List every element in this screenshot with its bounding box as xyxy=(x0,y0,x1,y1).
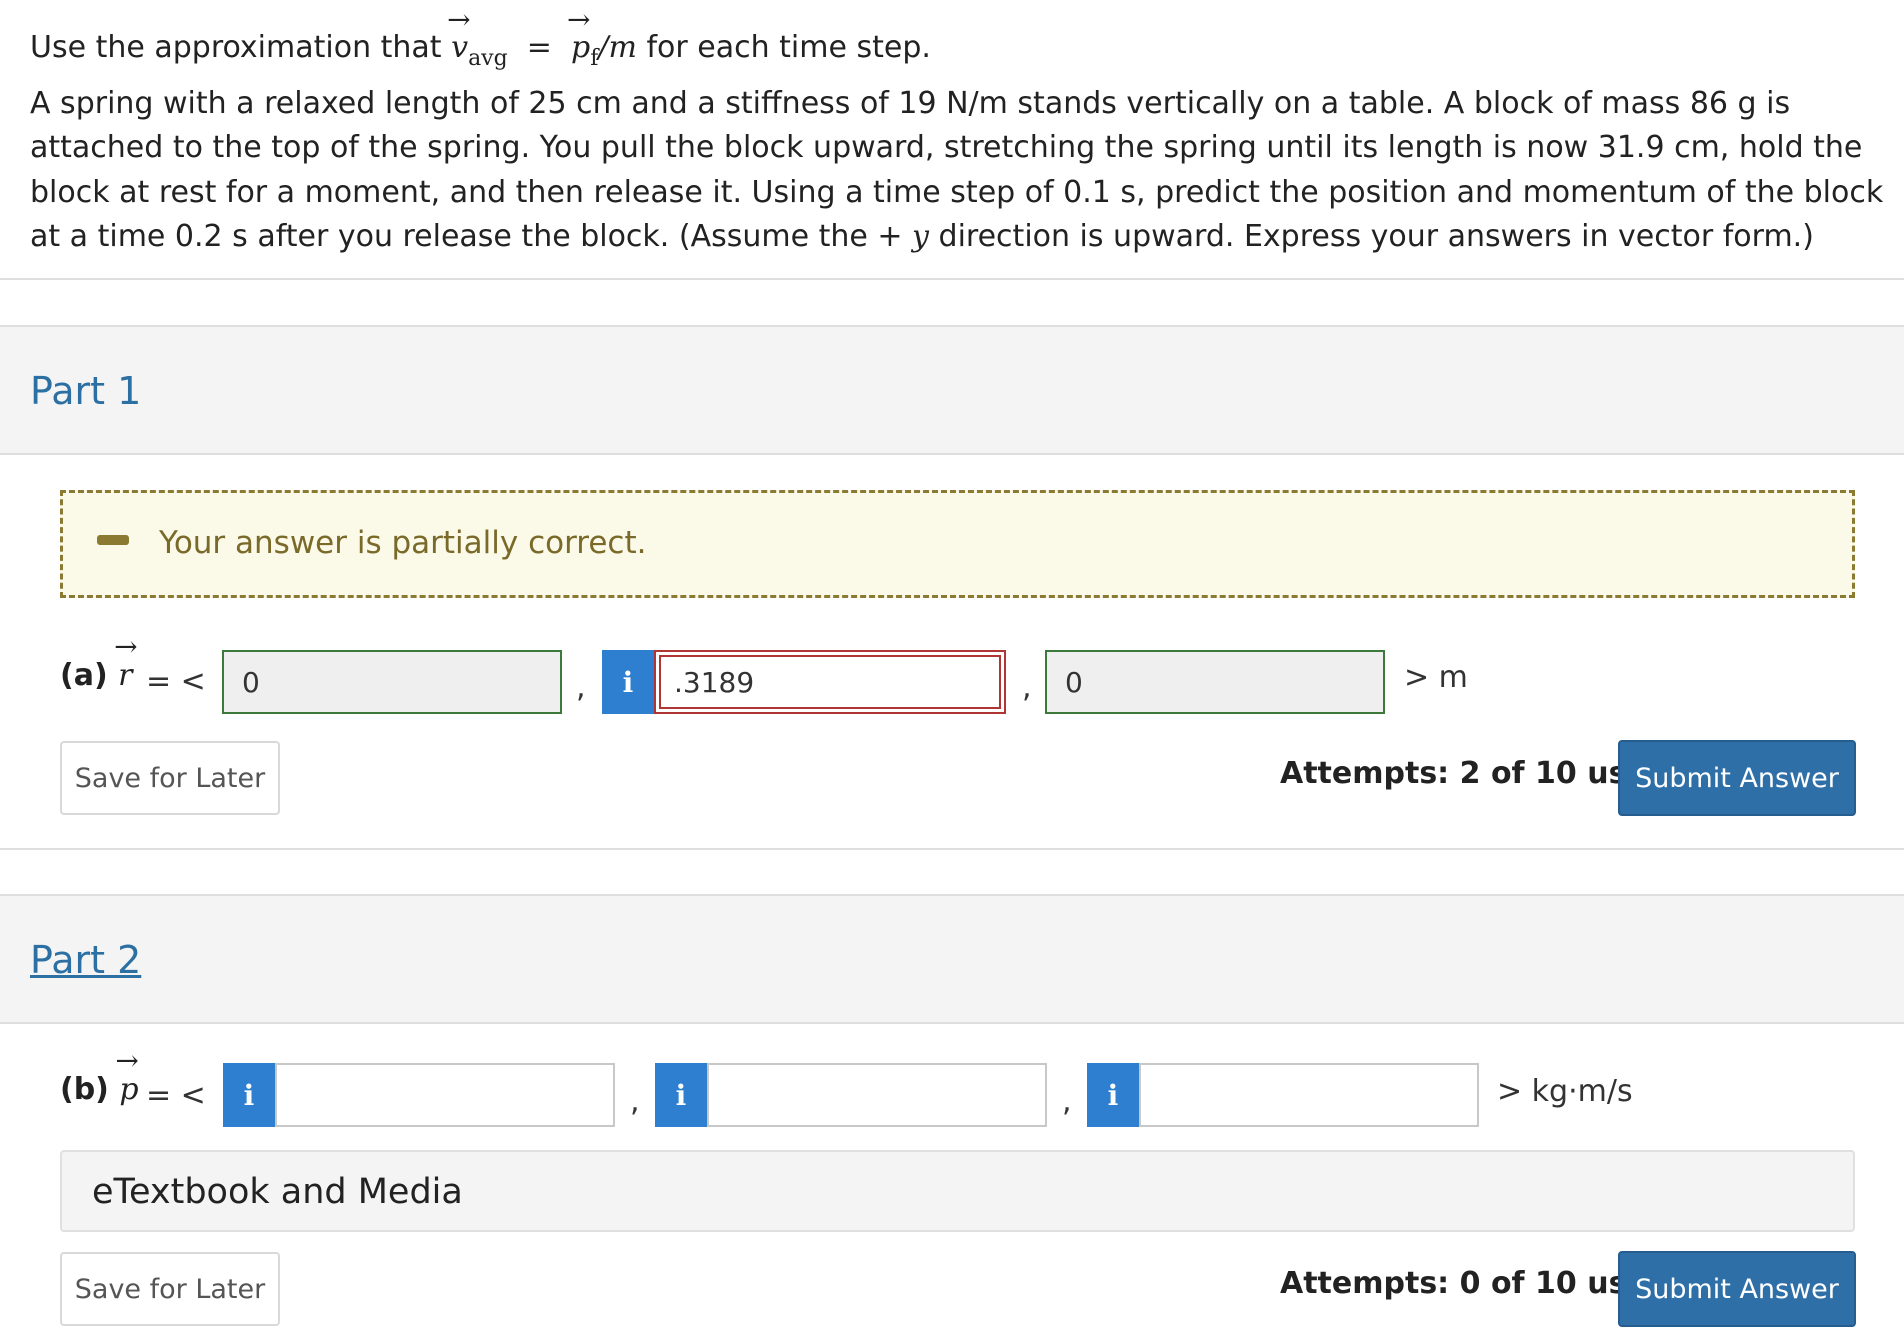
equals-open: = < xyxy=(146,1078,206,1113)
r-vector-symbol: r xyxy=(114,630,138,693)
attempts-count: Attempts: 2 of 10 used xyxy=(1280,756,1669,791)
p-vector-symbol: p xyxy=(115,1044,139,1107)
question-panel: Use the approximation that vavg = pf/m f… xyxy=(0,0,1904,280)
info-icon[interactable]: i xyxy=(1087,1063,1139,1127)
p-z-input[interactable] xyxy=(1139,1063,1479,1127)
info-icon[interactable]: i xyxy=(602,650,654,714)
attempts-count: Attempts: 0 of 10 used xyxy=(1280,1266,1669,1301)
p-x-input[interactable] xyxy=(275,1063,615,1127)
part2-title-link[interactable]: Part 2 xyxy=(30,938,141,982)
etextbook-media-panel[interactable]: eTextbook and Media xyxy=(60,1150,1855,1232)
part1-header: Part 1 xyxy=(0,325,1904,455)
p-vector-symbol: p xyxy=(567,0,591,71)
part2-answer-label: (b) p xyxy=(60,1044,139,1107)
submit-answer-button[interactable]: Submit Answer xyxy=(1618,1251,1856,1327)
submit-answer-button[interactable]: Submit Answer xyxy=(1618,740,1856,816)
p-y-input[interactable] xyxy=(707,1063,1047,1127)
r-x-input[interactable] xyxy=(222,650,562,714)
info-icon[interactable]: i xyxy=(655,1063,707,1127)
info-icon[interactable]: i xyxy=(223,1063,275,1127)
partial-correct-feedback: Your answer is partially correct. xyxy=(60,490,1855,598)
unit-label: > m xyxy=(1404,660,1468,695)
partial-icon xyxy=(97,535,129,545)
save-for-later-button[interactable]: Save for Later xyxy=(60,741,280,815)
part1-title: Part 1 xyxy=(30,369,142,413)
problem-statement: A spring with a relaxed length of 25 cm … xyxy=(30,85,1884,255)
divider xyxy=(0,848,1904,850)
r-y-input[interactable] xyxy=(654,650,1006,714)
part2-header: Part 2 xyxy=(0,894,1904,1024)
r-z-input[interactable] xyxy=(1045,650,1385,714)
approximation-line: Use the approximation that vavg = pf/m f… xyxy=(30,0,1890,82)
question-text: Use the approximation that vavg = pf/m f… xyxy=(30,0,1890,260)
save-for-later-button[interactable]: Save for Later xyxy=(60,1252,280,1326)
equals-open: = < xyxy=(146,664,206,699)
part1-answer-label: (a) r xyxy=(60,630,138,693)
unit-label: > kg·m/s xyxy=(1497,1074,1633,1109)
v-vector-symbol: v xyxy=(447,0,470,71)
